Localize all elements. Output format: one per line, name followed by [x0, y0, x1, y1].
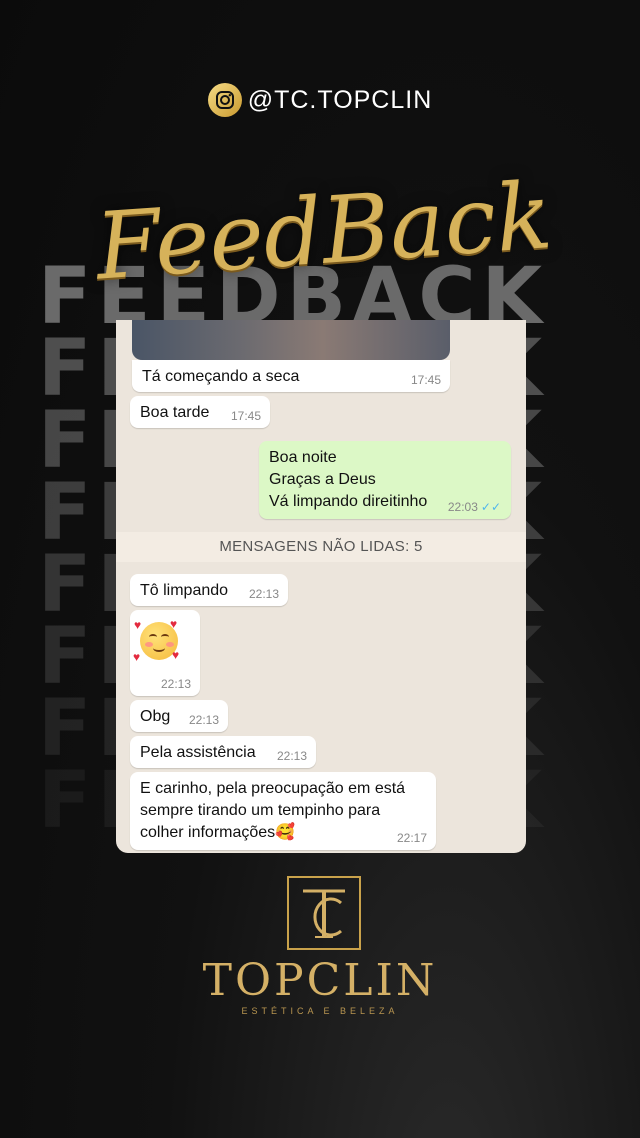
unread-banner: MENSAGENS NÃO LIDAS: 5	[116, 532, 526, 562]
message-time: 22:03	[447, 500, 478, 514]
emoji-message-bubble[interactable]: ♥ ♥ ♥ ♥ 22:13	[130, 610, 200, 696]
instagram-icon	[207, 83, 242, 117]
smiling-hearts-emoji-icon: ♥ ♥ ♥ ♥	[133, 617, 180, 664]
brand-name: TOPCLIN	[202, 955, 438, 1006]
message-time: 22:13	[248, 587, 279, 601]
message-text: sempre tirando um tempinho para	[140, 802, 381, 819]
topclin-logo: TOPCLIN ESTÉTICA E BELEZA	[200, 874, 440, 1024]
message-bubble[interactable]: Pela assistência 22:13	[130, 736, 316, 768]
message-bubble[interactable]: Obg 22:13	[130, 700, 228, 732]
read-check-icon: ✓✓	[480, 500, 501, 514]
instagram-handle[interactable]: @TC.TOPCLIN	[0, 82, 640, 118]
message-bubble[interactable]: Tô limpando 22:13	[130, 574, 288, 606]
message-time: 22:13	[188, 713, 219, 727]
message-bubble[interactable]: E carinho, pela preocupação em está semp…	[130, 772, 436, 850]
message-time: 17:45	[230, 409, 261, 423]
message-bubble[interactable]: Tá começando a seca 17:45	[132, 360, 450, 392]
message-bubble-outgoing[interactable]: Boa noite Graças a Deus Vá limpando dire…	[259, 441, 511, 519]
message-time: 22:17	[396, 831, 427, 845]
monogram-logo-icon	[287, 876, 361, 950]
chat-screenshot: Tá começando a seca 17:45 Boa tarde 17:4…	[116, 320, 526, 853]
message-text: Tá começando a seca	[142, 368, 300, 385]
message-time: 22:13	[276, 749, 307, 763]
message-text: Boa noite	[269, 449, 337, 466]
brand-tagline: ESTÉTICA E BELEZA	[241, 1006, 399, 1016]
message-time: 17:45	[410, 373, 441, 387]
message-text: colher informações🥰	[140, 824, 296, 841]
message-text: E carinho, pela preocupação em está	[140, 780, 406, 797]
message-text: Graças a Deus	[269, 471, 376, 488]
message-bubble[interactable]: Boa tarde 17:45	[130, 396, 270, 428]
message-time: 22:13	[160, 677, 191, 691]
photo-message[interactable]	[132, 320, 450, 360]
handle-text: @TC.TOPCLIN	[247, 85, 433, 114]
